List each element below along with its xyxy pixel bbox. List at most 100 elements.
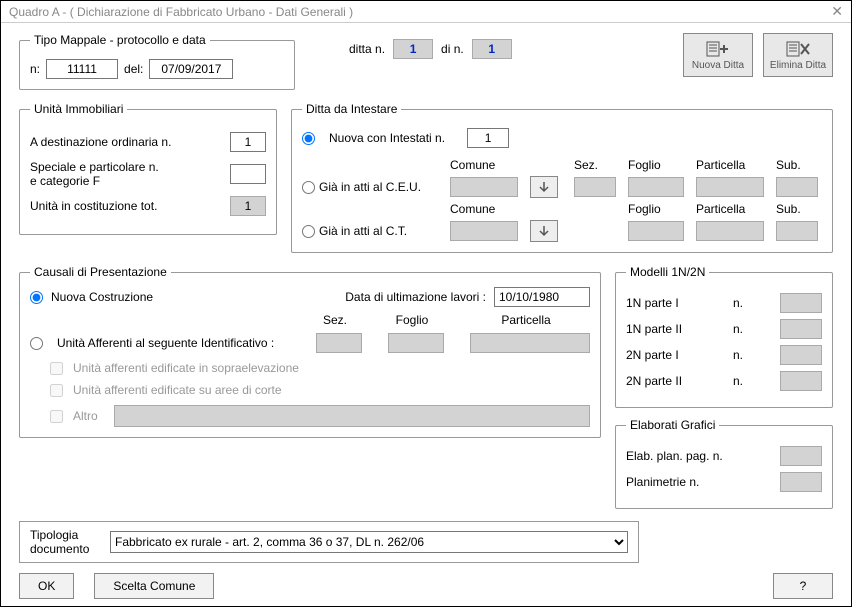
- document-plus-icon: [705, 40, 731, 58]
- fieldset-ditta-intestare: Ditta da Intestare Nuova con Intestati n…: [291, 102, 833, 253]
- tipologia-row: Tipologia documento Fabbricato ex rurale…: [19, 521, 639, 563]
- val-elab-plan: [780, 446, 822, 466]
- hdr-particella-2: Particella: [696, 202, 768, 216]
- legend-elaborati: Elaborati Grafici: [626, 418, 719, 432]
- lbl-ceu: Già in atti al C.E.U.: [319, 180, 421, 194]
- legend-unita-imm: Unità Immobiliari: [30, 102, 127, 116]
- input-nuova-intestati[interactable]: [467, 128, 509, 148]
- lbl-planimetrie: Planimetrie n.: [626, 475, 746, 489]
- fieldset-tipo-mappale: Tipo Mappale - protocollo e data n: del:: [19, 33, 295, 90]
- ceu-sez: [574, 177, 616, 197]
- input-dest-ord[interactable]: [230, 132, 266, 152]
- ceu-comune: [450, 177, 518, 197]
- radio-unita-afferenti[interactable]: [30, 337, 43, 350]
- val-ditta-n: 1: [393, 39, 433, 59]
- hdr-sub-2: Sub.: [776, 202, 822, 216]
- legend-causali: Causali di Presentazione: [30, 265, 171, 279]
- lbl-elab-plan: Elab. plan. pag. n.: [626, 449, 746, 463]
- val-1n-p2: [780, 319, 822, 339]
- select-tipologia[interactable]: Fabbricato ex rurale - art. 2, comma 36 …: [110, 531, 628, 553]
- hdr-particella-1: Particella: [696, 158, 768, 172]
- lbl-2n-p1: 2N parte I: [626, 348, 706, 362]
- caus-particella: [470, 333, 590, 353]
- radio-nuova-intestati[interactable]: [302, 132, 315, 145]
- hdr-sez: Sez.: [574, 158, 620, 172]
- elimina-ditta-button[interactable]: Elimina Ditta: [763, 33, 833, 77]
- ok-button[interactable]: OK: [19, 573, 74, 599]
- input-data-ult[interactable]: [494, 287, 590, 307]
- fieldset-causali: Causali di Presentazione Nuova Costruzio…: [19, 265, 601, 438]
- hdr-caus-particella: Particella: [466, 313, 586, 327]
- lbl-chk-altro: Altro: [73, 409, 98, 423]
- input-altro: [114, 405, 590, 427]
- document-delete-icon: [785, 40, 811, 58]
- lbl-del: del:: [124, 62, 143, 76]
- fieldset-modelli: Modelli 1N/2N 1N parte In. 1N parte IIn.…: [615, 265, 833, 408]
- ct-comune: [450, 221, 518, 241]
- radio-nuova-costruzione[interactable]: [30, 291, 43, 304]
- hdr-comune-1: Comune: [450, 158, 522, 172]
- hdr-foglio-2: Foglio: [628, 202, 688, 216]
- input-proto-n[interactable]: [46, 59, 118, 79]
- ct-particella: [696, 221, 764, 241]
- lbl-2n-p2: 2N parte II: [626, 374, 706, 388]
- hdr-foglio-1: Foglio: [628, 158, 688, 172]
- window-title: Quadro A - ( Dichiarazione di Fabbricato…: [9, 5, 353, 19]
- val-planimetrie: [780, 472, 822, 492]
- lbl-1n-p1: 1N parte I: [626, 296, 706, 310]
- hdr-sub-1: Sub.: [776, 158, 822, 172]
- help-button[interactable]: ?: [773, 573, 833, 599]
- arrow-down-icon: [538, 225, 550, 237]
- lbl-dest-ord: A destinazione ordinaria n.: [30, 135, 171, 149]
- ceu-particella: [696, 177, 764, 197]
- titlebar: Quadro A - ( Dichiarazione di Fabbricato…: [1, 1, 851, 23]
- chk-altro: [50, 410, 63, 423]
- close-icon[interactable]: ✕: [831, 3, 843, 20]
- radio-ceu[interactable]: [302, 181, 315, 194]
- ceu-lookup-button[interactable]: [530, 176, 558, 198]
- fieldset-unita-immobiliari: Unità Immobiliari A destinazione ordinar…: [19, 102, 277, 235]
- lbl-di-n: di n.: [441, 42, 464, 56]
- lbl-chk-corte: Unità afferenti edificate su aree di cor…: [73, 383, 282, 397]
- ct-lookup-button[interactable]: [530, 220, 558, 242]
- lbl-speciale: Speciale e particolare n. e categorie F: [30, 160, 159, 188]
- input-speciale[interactable]: [230, 164, 266, 184]
- nuova-ditta-label: Nuova Ditta: [692, 60, 744, 71]
- chk-sopraelevazione: [50, 362, 63, 375]
- val-1n-p1: [780, 293, 822, 313]
- val-2n-p2: [780, 371, 822, 391]
- caus-sez: [316, 333, 362, 353]
- lbl-ct: Già in atti al C.T.: [319, 224, 407, 238]
- lbl-n: n:: [30, 62, 40, 76]
- lbl-chk-sopra: Unità afferenti edificate in sopraelevaz…: [73, 361, 299, 375]
- val-costituzione: 1: [230, 196, 266, 216]
- nuova-ditta-button[interactable]: Nuova Ditta: [683, 33, 753, 77]
- elimina-ditta-label: Elimina Ditta: [770, 60, 826, 71]
- lbl-nuova-intestati: Nuova con Intestati n.: [329, 131, 445, 145]
- legend-ditta-int: Ditta da Intestare: [302, 102, 401, 116]
- lbl-ditta-n: ditta n.: [349, 42, 385, 56]
- val-di-n: 1: [472, 39, 512, 59]
- legend-tipo-mappale: Tipo Mappale - protocollo e data: [30, 33, 210, 47]
- caus-foglio: [388, 333, 444, 353]
- ct-sub: [776, 221, 818, 241]
- ceu-foglio: [628, 177, 684, 197]
- chk-corte: [50, 384, 63, 397]
- legend-modelli: Modelli 1N/2N: [626, 265, 709, 279]
- val-2n-p1: [780, 345, 822, 365]
- radio-ct[interactable]: [302, 225, 315, 238]
- scelta-comune-button[interactable]: Scelta Comune: [94, 573, 214, 599]
- ceu-sub: [776, 177, 818, 197]
- hdr-caus-sez: Sez.: [312, 313, 358, 327]
- lbl-unita-afferenti: Unità Afferenti al seguente Identificati…: [57, 336, 274, 350]
- lbl-nuova-costruzione: Nuova Costruzione: [51, 290, 153, 304]
- ct-foglio: [628, 221, 684, 241]
- lbl-tipologia: Tipologia documento: [30, 528, 100, 556]
- lbl-costituzione: Unità in costituzione tot.: [30, 199, 157, 213]
- arrow-down-icon: [538, 181, 550, 193]
- input-proto-date[interactable]: [149, 59, 233, 79]
- fieldset-elaborati: Elaborati Grafici Elab. plan. pag. n. Pl…: [615, 418, 833, 509]
- hdr-caus-foglio: Foglio: [384, 313, 440, 327]
- lbl-data-ult: Data di ultimazione lavori :: [345, 290, 486, 304]
- hdr-comune-2: Comune: [450, 202, 522, 216]
